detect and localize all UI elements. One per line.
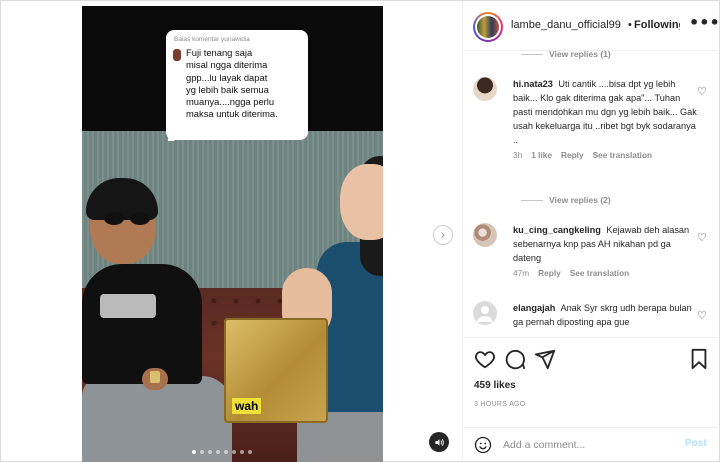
carousel-indicator [192, 450, 252, 454]
person-left-shirt-print [100, 294, 156, 318]
video-caption: wah [232, 398, 262, 414]
like-heart-icon[interactable] [474, 348, 496, 370]
comment-time: 47m [513, 268, 530, 278]
reply-comment-bubble: Balas komentar yunawidia Fuji tenang saj… [166, 30, 308, 140]
view-replies-button[interactable]: View replies (1) [521, 49, 611, 59]
share-icon[interactable] [534, 348, 556, 370]
bookmark-icon[interactable] [688, 348, 710, 370]
post-comment-button[interactable]: Post [685, 438, 707, 449]
video-player[interactable]: wah Balas komentar yunawidia Fuji tenang… [82, 6, 383, 462]
header-username[interactable]: lambe_danu_official99 [511, 19, 621, 31]
see-translation-button[interactable]: See translation [570, 268, 629, 278]
reply-bubble-avatar [173, 49, 181, 61]
reply-bubble-header: Balas komentar yunawidia [174, 36, 250, 43]
comment-username[interactable]: elangajah [513, 303, 555, 313]
person-left-body [82, 264, 202, 384]
comments-list: View replies (1) hi.nata23 Uti cantik ..… [463, 45, 720, 337]
carousel-dot [248, 450, 252, 454]
reply-bubble-tail [168, 132, 180, 141]
comment-time: 3h [513, 150, 523, 160]
person-left-sunglasses [104, 212, 152, 226]
comment-avatar[interactable] [473, 301, 497, 325]
add-comment-bar: Post [463, 427, 720, 461]
default-avatar-icon [477, 306, 493, 322]
media-area: wah Balas komentar yunawidia Fuji tenang… [1, 1, 462, 462]
speaker-icon [434, 438, 444, 446]
avatar[interactable] [473, 12, 503, 42]
audio-toggle-button[interactable] [429, 432, 449, 452]
carousel-dot [216, 450, 220, 454]
comment-username[interactable]: ku_cing_cangkeling [513, 225, 601, 235]
post-header: lambe_danu_official99 • Following ••• [463, 1, 720, 51]
view-replies-button[interactable]: View replies (2) [521, 195, 611, 205]
comment-input[interactable] [503, 437, 673, 453]
emoji-icon[interactable] [474, 436, 492, 454]
carousel-dot [200, 450, 204, 454]
carousel-dot [192, 450, 196, 454]
like-heart-icon[interactable]: ♡ [697, 309, 707, 322]
reply-button[interactable]: Reply [538, 268, 561, 278]
comment-avatar[interactable] [473, 223, 497, 247]
post-actions: 459 likes 3 HOURS AGO [463, 337, 720, 427]
following-button[interactable]: Following [634, 19, 680, 31]
comment-likes[interactable]: 1 like [531, 150, 552, 160]
comment-avatar[interactable] [473, 77, 497, 101]
carousel-dot [232, 450, 236, 454]
comment-icon[interactable] [504, 348, 526, 370]
comment-username[interactable]: hi.nata23 [513, 79, 553, 89]
likes-count[interactable]: 459 likes [474, 380, 516, 391]
carousel-dot [224, 450, 228, 454]
comment-body: ku_cing_cangkeling Kejawab deh alasan se… [513, 223, 699, 278]
next-slide-button[interactable]: › [433, 225, 453, 245]
post-timestamp: 3 HOURS AGO [474, 401, 526, 408]
header-separator: • [628, 19, 632, 31]
comment-meta: 47m Reply See translation [513, 268, 699, 278]
comment-meta: 3h 1 like Reply See translation [513, 150, 699, 160]
watch [150, 371, 160, 383]
comment-body: hi.nata23 Uti cantik ....bisa dpt yg leb… [513, 77, 699, 160]
like-heart-icon[interactable]: ♡ [697, 231, 707, 244]
like-heart-icon[interactable]: ♡ [697, 85, 707, 98]
see-translation-button[interactable]: See translation [593, 150, 652, 160]
comment-body: elangajah Anak Syr skrg udh berapa bulan… [513, 301, 699, 329]
post-side-panel: lambe_danu_official99 • Following ••• Vi… [462, 1, 720, 461]
reply-button[interactable]: Reply [561, 150, 584, 160]
person-right-head [340, 164, 383, 240]
carousel-dot [240, 450, 244, 454]
reply-bubble-text: Fuji tenang saja misal ngga diterima gpp… [186, 47, 278, 120]
carousel-dot [208, 450, 212, 454]
more-options-icon[interactable]: ••• [689, 13, 720, 32]
